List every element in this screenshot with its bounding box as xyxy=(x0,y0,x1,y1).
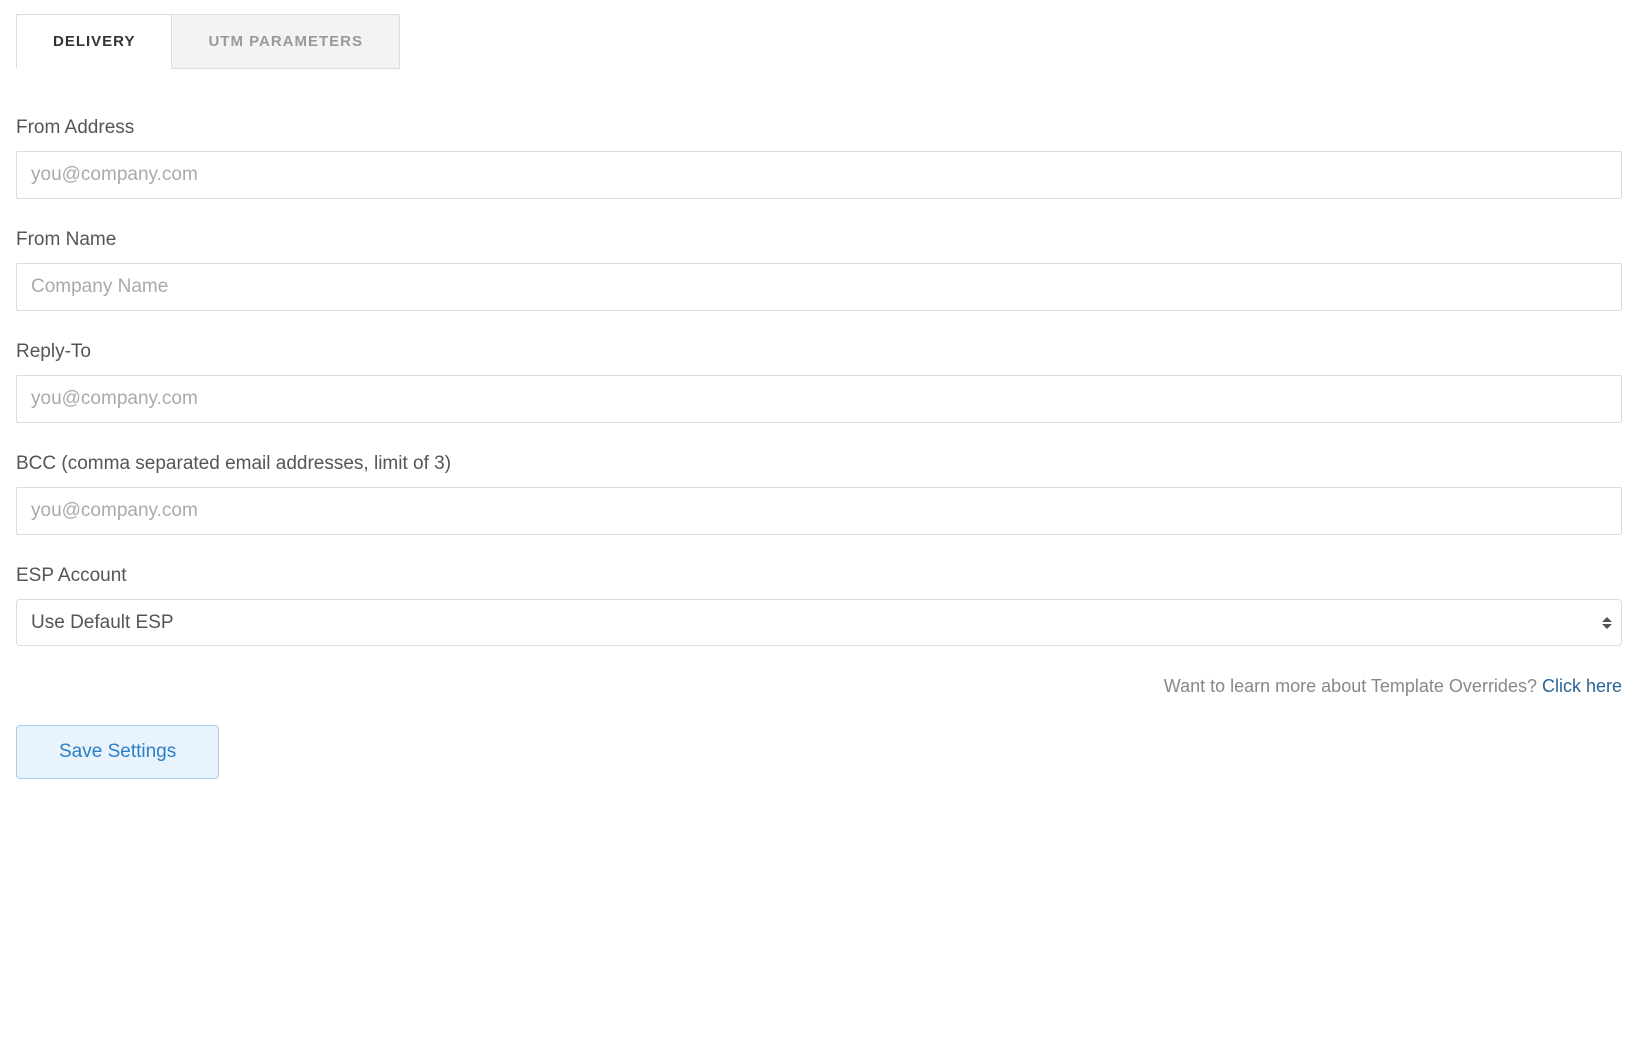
esp-account-select[interactable]: Use Default ESP xyxy=(16,599,1622,646)
bcc-label: BCC (comma separated email addresses, li… xyxy=(16,453,1622,475)
help-text-label: Want to learn more about Template Overri… xyxy=(1164,676,1542,696)
help-link[interactable]: Click here xyxy=(1542,676,1622,696)
from-name-input[interactable] xyxy=(16,263,1622,311)
bcc-group: BCC (comma separated email addresses, li… xyxy=(16,453,1622,535)
from-address-input[interactable] xyxy=(16,151,1622,199)
reply-to-input[interactable] xyxy=(16,375,1622,423)
from-name-group: From Name xyxy=(16,229,1622,311)
from-name-label: From Name xyxy=(16,229,1622,251)
save-settings-button[interactable]: Save Settings xyxy=(16,725,219,779)
bcc-input[interactable] xyxy=(16,487,1622,535)
reply-to-label: Reply-To xyxy=(16,341,1622,363)
tab-utm-parameters[interactable]: UTM PARAMETERS xyxy=(172,14,400,69)
esp-account-select-wrapper: Use Default ESP xyxy=(16,599,1622,646)
help-text: Want to learn more about Template Overri… xyxy=(16,676,1622,697)
reply-to-group: Reply-To xyxy=(16,341,1622,423)
from-address-group: From Address xyxy=(16,117,1622,199)
esp-account-label: ESP Account xyxy=(16,565,1622,587)
esp-account-group: ESP Account Use Default ESP xyxy=(16,565,1622,646)
from-address-label: From Address xyxy=(16,117,1622,139)
tabs: DELIVERY UTM PARAMETERS xyxy=(16,14,1622,69)
tab-delivery[interactable]: DELIVERY xyxy=(16,14,172,69)
